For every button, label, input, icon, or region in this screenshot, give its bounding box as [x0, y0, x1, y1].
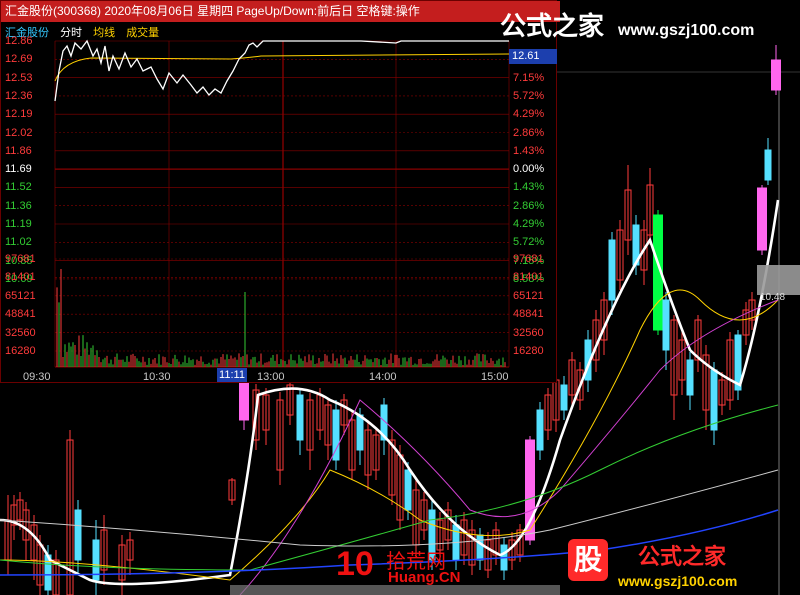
percent-axis-label: 5.72% [513, 89, 545, 102]
stock-badge-icon: 股 [568, 539, 608, 581]
time-axis-label: 13:00 [257, 371, 285, 383]
volume-axis-label-right: 97681 [513, 253, 544, 265]
percent-axis-label: 2.86% [513, 126, 545, 139]
candle-body [356, 414, 364, 451]
candle-body [404, 469, 412, 511]
candle-body [757, 187, 767, 251]
logo-number: 10 [336, 545, 374, 583]
candle-body [710, 369, 718, 431]
watermark-bottom: 股 公式之家 www.gszj100.com [560, 535, 800, 595]
volume-axis-label-right: 32560 [513, 326, 544, 339]
price-axis-label: 12.19 [5, 108, 33, 121]
percent-axis-label: 5.72% [513, 236, 545, 249]
volume-axis-label-right: 48841 [513, 308, 544, 321]
logo-domain: Huang.CN [388, 569, 461, 586]
volume-axis-label-right: 16280 [513, 345, 544, 357]
volume-axis-label-left: 97681 [5, 253, 36, 265]
time-axis-label: 14:00 [369, 371, 397, 383]
candle-body [560, 384, 568, 411]
volume-axis-label-left: 16280 [5, 345, 36, 357]
intraday-popup-window[interactable]: 汇金股份(300368) 2020年08月06日 星期四 PageUp/Down… [0, 0, 560, 383]
volume-axis-label-right: 81401 [513, 271, 544, 284]
price-axis-label: 12.53 [5, 71, 33, 84]
percent-axis-label: 2.86% [513, 199, 545, 212]
candle-body [764, 149, 772, 181]
volume-axis-label-left: 81401 [5, 271, 36, 284]
watermark-bottom-url: www.gszj100.com [618, 573, 738, 589]
price-axis-label: 12.02 [5, 126, 33, 139]
candle-body [74, 509, 82, 561]
price-highlight-box [757, 265, 800, 295]
price-axis-label: 11.02 [5, 236, 32, 249]
price-axis-label: 11.86 [5, 144, 32, 157]
volume-axis-label-left: 32560 [5, 326, 36, 339]
intraday-price-line [54, 39, 509, 102]
intraday-chart[interactable] [1, 1, 556, 382]
price-axis-label: 12.69 [5, 53, 33, 66]
candle-body [608, 239, 616, 301]
price-axis-label: 11.19 [5, 218, 32, 230]
time-axis-label: 09:30 [23, 371, 51, 383]
candle-body [662, 299, 670, 351]
price-axis-label: 12.86 [5, 35, 33, 47]
candle-body [296, 394, 304, 441]
candle-body [239, 381, 249, 421]
time-axis-label: 10:30 [143, 371, 171, 383]
volume-axis-label-left: 48841 [5, 308, 36, 321]
percent-axis-label: 1.43% [513, 181, 545, 194]
candle-body [536, 409, 544, 451]
price-axis-label: 11.36 [5, 199, 32, 212]
watermark-top: 公式之家 www.gszj100.com [500, 6, 754, 42]
candle-body [476, 534, 484, 561]
percent-axis-label: 0.00% [513, 163, 545, 176]
watermark-top-url: www.gszj100.com [618, 22, 755, 39]
volume-axis-label-left: 65121 [5, 289, 36, 302]
percent-axis-label: 7.15% [513, 71, 545, 84]
volume-axis-label-right: 65121 [513, 289, 544, 302]
current-price-tag: 12.61 [509, 49, 557, 64]
percent-axis-label: 4.29% [513, 218, 545, 230]
price-axis-label: 11.69 [5, 163, 32, 176]
ma-value-label: 10.48 [760, 292, 786, 303]
time-axis-label: 15:00 [481, 371, 509, 383]
candle-body [686, 359, 694, 396]
candle-body [771, 59, 781, 91]
watermark-bottom-site: 公式之家 [638, 544, 727, 569]
price-axis-label: 12.36 [5, 89, 33, 102]
watermark-top-site: 公式之家 [500, 11, 605, 41]
percent-axis-label: 4.29% [513, 108, 545, 121]
date-highlight-bar [230, 585, 560, 595]
cursor-time-label: 11:11 [217, 368, 247, 382]
price-axis-label: 11.52 [5, 181, 32, 194]
percent-axis-label: 1.43% [513, 144, 545, 157]
